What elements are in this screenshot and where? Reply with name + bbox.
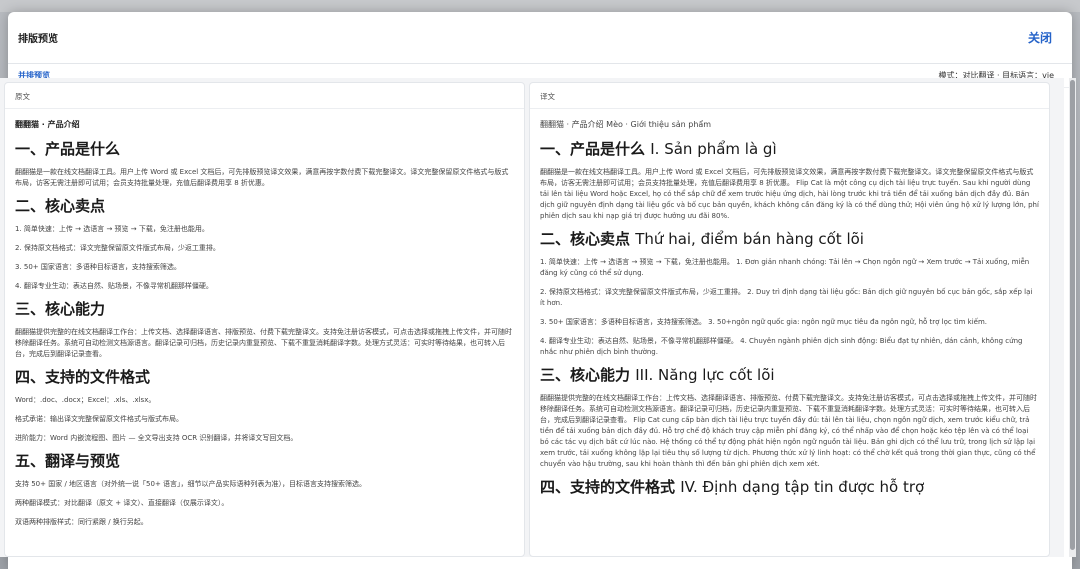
translation-panel[interactable]: 译文 翻翻猫 · 产品介绍 Mèo · Giới thiệu sản phẩm … — [529, 82, 1050, 557]
original-paragraph: 两种翻译模式：对比翻译（原文 + 译文）、直接翻译（仅展示译文）。 — [15, 499, 229, 507]
original-paragraph: 4. 翻译专业生动：表达自然、贴场景，不像寻常机翻那样僵硬。 — [15, 282, 213, 290]
original-paragraph: 进阶能力：Word 内嵌流程图、图片 — 全文导出支持 OCR 识别翻译，并将译… — [15, 434, 298, 442]
translation-section-heading-text: 二、核心卖点 — [540, 230, 631, 248]
translation-section-heading-translation: IV. Định dạng tập tin được hỗ trợ — [680, 478, 925, 496]
translation-doc-title: 翻翻猫 · 产品介绍 Mèo · Giới thiệu sản phẩm — [540, 120, 712, 129]
original-section-heading-text: 五、翻译与预览 — [15, 452, 121, 470]
original-paragraph: 1. 简单快速：上传 → 选语言 → 预览 → 下载，免注册也能用。 — [15, 225, 209, 233]
original-paragraph: 2. 保持原文档格式：译文完整保留原文件版式布局，少返工重排。 — [15, 244, 220, 252]
translation-paragraph: 3. 50+ 国家语言：多语种目标语言，支持搜索筛选。 3. 50+ngôn n… — [540, 318, 988, 326]
original-paragraph: 翻翻猫是一款在线文档翻译工具。用户上传 Word 或 Excel 文档后，可先排… — [15, 168, 509, 187]
original-paragraph: 双语两种排版样式：同行紧跟 / 换行另起。 — [15, 518, 148, 526]
translation-section-heading-text: 三、核心能力 — [540, 366, 631, 384]
modal-header: 排版预览 关闭 — [8, 12, 1072, 64]
original-paragraph: Word：.doc、.docx；Excel：.xls、.xlsx。 — [15, 396, 156, 404]
original-paragraph: 3. 50+ 国家语言：多语种目标语言，支持搜索筛选。 — [15, 263, 181, 271]
translation-panel-body: 翻翻猫 · 产品介绍 Mèo · Giới thiệu sản phẩm 一、产… — [530, 109, 1049, 497]
original-section-heading: 一、产品是什么 — [15, 140, 514, 159]
original-section-heading: 四、支持的文件格式 — [15, 368, 514, 387]
original-paragraph: 翻翻猫提供完整的在线文档翻译工作台：上传文档、选择翻译语言、排版预览、付费下载完… — [15, 328, 512, 358]
translation-section-heading: 三、核心能力 III. Năng lực cốt lõi — [540, 366, 1039, 385]
preview-content: 原文 翻翻猫 · 产品介绍 一、产品是什么翻翻猫是一款在线文档翻译工具。用户上传… — [0, 78, 1064, 557]
translation-section-heading: 二、核心卖点 Thứ hai, điểm bán hàng cốt lõi — [540, 230, 1039, 249]
translation-section-heading-text: 四、支持的文件格式 — [540, 478, 676, 496]
original-doc-title: 翻翻猫 · 产品介绍 — [15, 120, 80, 129]
translation-section-heading-text: 一、产品是什么 — [540, 140, 646, 158]
original-panel-body: 翻翻猫 · 产品介绍 一、产品是什么翻翻猫是一款在线文档翻译工具。用户上传 Wo… — [5, 109, 524, 528]
translation-section-heading: 四、支持的文件格式 IV. Định dạng tập tin được hỗ … — [540, 478, 1039, 497]
original-panel-label: 原文 — [5, 83, 524, 109]
translation-section-heading: 一、产品是什么 I. Sản phẩm là gì — [540, 140, 1039, 159]
original-section-heading-text: 三、核心能力 — [15, 300, 106, 318]
original-paragraph: 格式承诺：输出译文完整保留原文件格式与版式布局。 — [15, 415, 183, 423]
original-section-heading: 五、翻译与预览 — [15, 452, 514, 471]
original-section-heading-text: 二、核心卖点 — [15, 197, 106, 215]
page-scrollbar[interactable] — [1069, 78, 1076, 557]
modal-title: 排版预览 — [18, 34, 58, 45]
translation-section-heading-translation: I. Sản phẩm là gì — [650, 140, 777, 158]
translation-paragraph: 1. 简单快速：上传 → 选语言 → 预览 → 下载，免注册也能用。 1. Đơ… — [540, 258, 1030, 277]
translation-panel-label: 译文 — [530, 83, 1049, 109]
close-button[interactable]: 关闭 — [1028, 29, 1052, 46]
original-section-heading-text: 四、支持的文件格式 — [15, 368, 151, 386]
original-paragraph: 支持 50+ 国家 / 地区语言（对外统一说「50+ 语言」，细节以产品实际语种… — [15, 480, 367, 488]
translation-paragraph: 翻翻猫是一款在线文档翻译工具。用户上传 Word 或 Excel 文档后，可先排… — [540, 168, 1039, 220]
original-section-heading: 二、核心卖点 — [15, 197, 514, 216]
translation-paragraph: 4. 翻译专业生动：表达自然、贴场景，不像寻常机翻那样僵硬。 4. Chuyên… — [540, 337, 1023, 356]
original-section-heading: 三、核心能力 — [15, 300, 514, 319]
original-panel[interactable]: 原文 翻翻猫 · 产品介绍 一、产品是什么翻翻猫是一款在线文档翻译工具。用户上传… — [4, 82, 525, 557]
background-page-strip — [0, 0, 1080, 12]
original-section-heading-text: 一、产品是什么 — [15, 140, 121, 158]
scrollbar-thumb[interactable] — [1070, 80, 1075, 550]
translation-section-heading-translation: III. Năng lực cốt lõi — [635, 366, 775, 384]
translation-paragraph: 2. 保持原文档格式：译文完整保留原文件版式布局，少返工重排。 2. Duy t… — [540, 288, 1033, 307]
translation-section-heading-translation: Thứ hai, điểm bán hàng cốt lõi — [635, 230, 864, 248]
translation-paragraph: 翻翻猫提供完整的在线文档翻译工作台：上传文档、选择翻译语言、排版预览、付费下载完… — [540, 394, 1037, 468]
